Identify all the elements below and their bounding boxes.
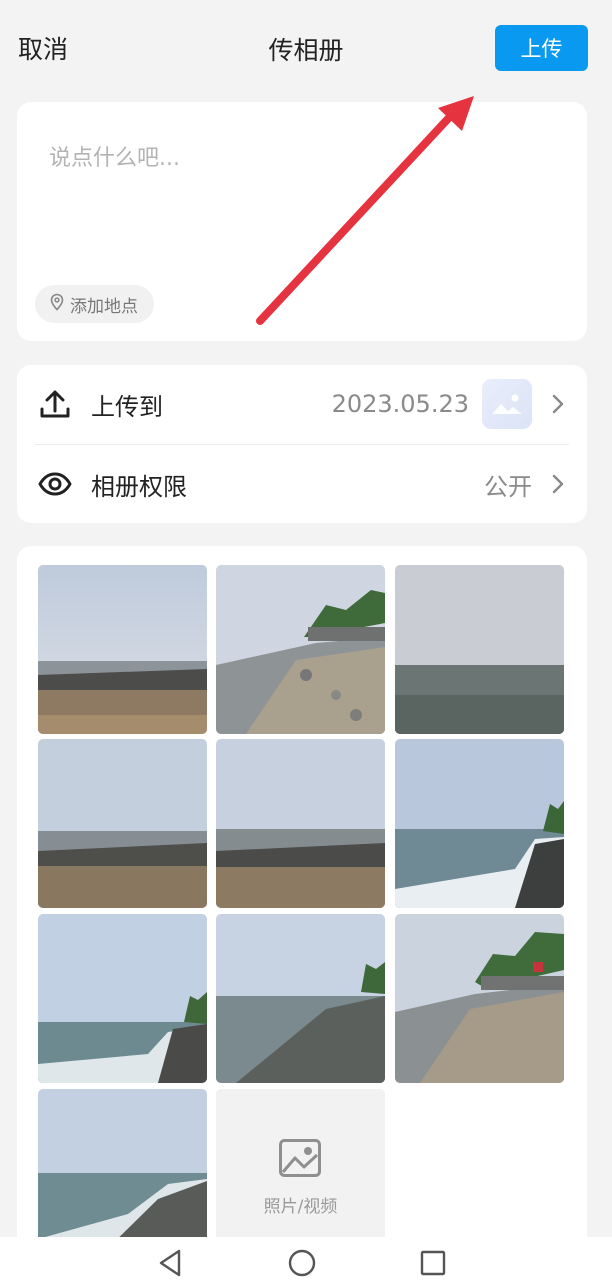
upload-button[interactable]: 上传	[495, 25, 588, 71]
photo-thumbnail[interactable]	[38, 1089, 207, 1258]
photo-thumbnail[interactable]	[38, 914, 207, 1083]
add-location-chip[interactable]: 添加地点	[35, 285, 154, 323]
add-photo-video-tile[interactable]: 照片/视频	[216, 1089, 385, 1249]
chevron-right-icon	[551, 472, 565, 496]
system-navigation-bar	[0, 1237, 612, 1285]
photo-thumbnail[interactable]	[38, 739, 207, 908]
photo-thumbnail[interactable]	[395, 739, 564, 908]
chevron-right-icon	[551, 392, 565, 416]
recents-square-icon[interactable]	[418, 1248, 458, 1278]
photo-thumbnail[interactable]	[38, 565, 207, 734]
upload-icon	[38, 387, 72, 421]
back-triangle-icon[interactable]	[153, 1248, 193, 1278]
album-cover-thumbnail	[482, 379, 532, 429]
album-name-value: 2023.05.23	[331, 390, 469, 418]
photo-thumbnail[interactable]	[216, 565, 385, 734]
caption-input[interactable]	[47, 138, 561, 262]
compose-card: 添加地点	[17, 102, 587, 341]
home-circle-icon[interactable]	[284, 1248, 324, 1278]
photo-thumbnail[interactable]	[395, 914, 564, 1083]
album-privacy-label: 相册权限	[91, 472, 187, 501]
photo-thumbnail[interactable]	[216, 914, 385, 1083]
settings-card: 上传到 2023.05.23 相册权限 公开	[17, 365, 587, 523]
image-icon	[278, 1138, 322, 1182]
album-privacy-row[interactable]: 相册权限 公开	[17, 445, 587, 523]
upload-to-label: 上传到	[91, 392, 163, 421]
add-location-label: 添加地点	[70, 296, 138, 317]
privacy-value: 公开	[484, 472, 532, 501]
upload-to-row[interactable]: 上传到 2023.05.23	[17, 365, 587, 443]
photo-thumbnail[interactable]	[216, 739, 385, 908]
location-pin-icon	[49, 293, 65, 316]
add-photo-video-label: 照片/视频	[263, 1197, 338, 1217]
top-bar: 取消 传相册 上传	[0, 0, 612, 96]
eye-icon	[38, 467, 72, 501]
photo-grid-card: 照片/视频	[17, 546, 587, 1266]
cancel-button[interactable]: 取消	[18, 30, 68, 66]
photo-thumbnail[interactable]	[395, 565, 564, 734]
